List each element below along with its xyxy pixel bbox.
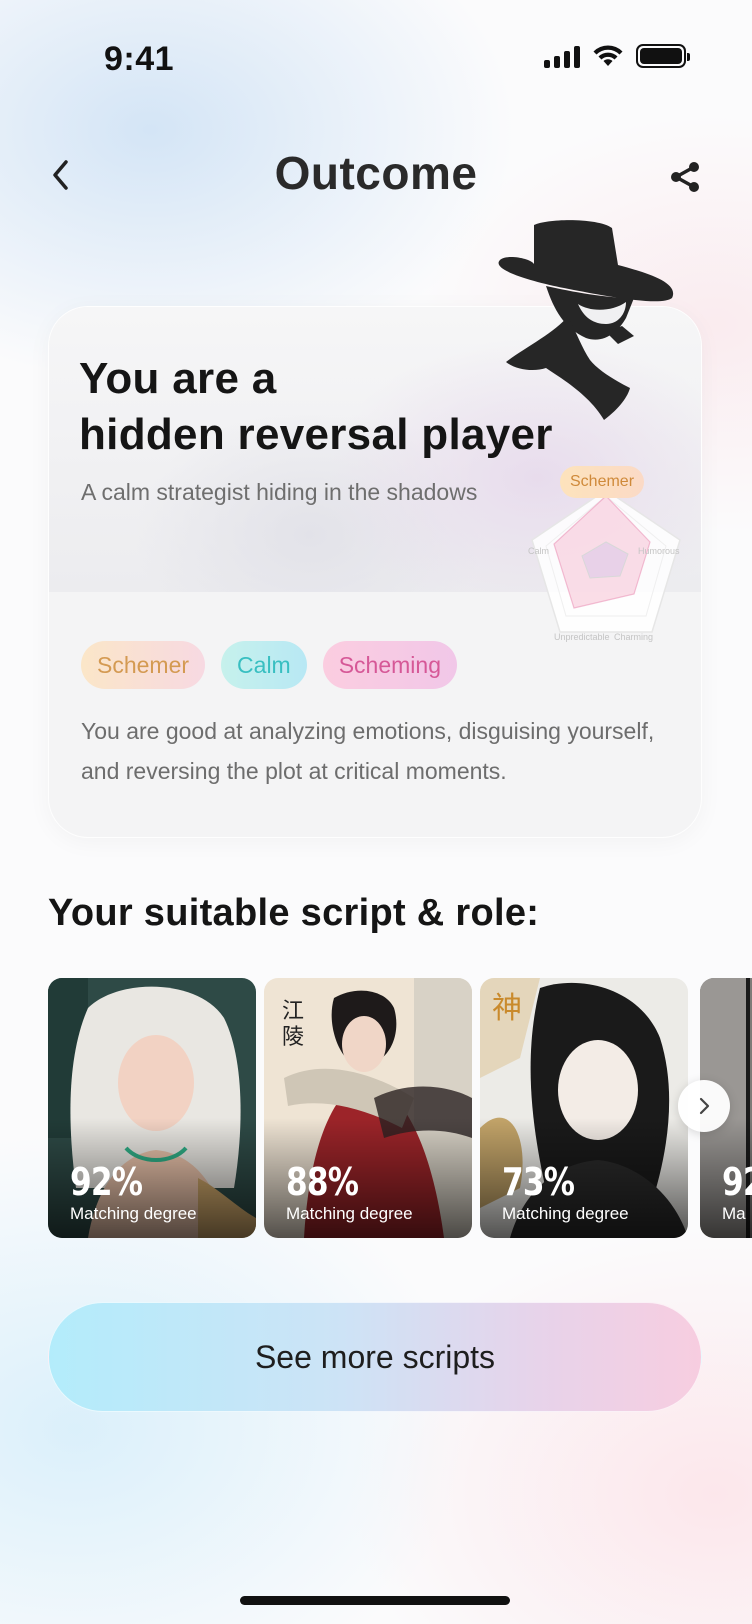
match-percentage: 88% xyxy=(286,1160,359,1204)
radar-badge: Schemer xyxy=(560,466,645,498)
svg-text:江: 江 xyxy=(282,999,304,1024)
match-percentage: 73% xyxy=(502,1160,575,1204)
radar-label-unpredictable: Unpredictable xyxy=(554,632,610,642)
script-card-3[interactable]: 神 73% Matching degree xyxy=(480,978,688,1238)
status-icons xyxy=(544,44,690,68)
cellular-signal-icon xyxy=(544,44,580,68)
radar-label-humorous: Humorous xyxy=(638,546,680,556)
match-label: Ma xyxy=(722,1204,746,1223)
radar-label-charming: Charming xyxy=(614,632,654,642)
match-percentage: 92 xyxy=(722,1160,752,1204)
headline-line-2: hidden reversal player xyxy=(79,410,553,459)
tag-scheming: Scheming xyxy=(322,641,457,689)
status-bar: 9:41 xyxy=(0,0,752,110)
trait-tags: Schemer Calm Scheming xyxy=(81,641,457,689)
share-button[interactable] xyxy=(660,152,710,202)
script-carousel[interactable]: 92% Matching degree 江 陵 88% Matching deg… xyxy=(48,978,752,1238)
tag-calm: Calm xyxy=(221,641,307,689)
script-card-1[interactable]: 92% Matching degree xyxy=(48,978,256,1238)
result-description: You are good at analyzing emotions, disg… xyxy=(81,718,655,784)
match-percentage: 92% xyxy=(70,1160,143,1204)
see-more-scripts-button[interactable]: See more scripts xyxy=(48,1302,702,1412)
match-label: Matching degree xyxy=(502,1204,629,1223)
result-headline: You are a hidden reversal player xyxy=(79,351,553,463)
carousel-next-button[interactable] xyxy=(678,1080,730,1132)
result-subtitle: A calm strategist hiding in the shadows xyxy=(81,479,478,505)
match-label: Matching degree xyxy=(70,1204,197,1223)
radar-label-calm: Calm xyxy=(528,546,550,556)
page-title: Outcome xyxy=(274,147,478,199)
svg-text:陵: 陵 xyxy=(282,1025,304,1050)
spy-icon xyxy=(498,220,674,420)
wifi-icon xyxy=(593,45,623,66)
headline-line-1: You are a xyxy=(79,354,277,403)
home-indicator xyxy=(240,1596,510,1605)
svg-text:神: 神 xyxy=(492,991,522,1026)
recommendations-title: Your suitable script & role: xyxy=(48,892,540,934)
chevron-right-icon xyxy=(699,1097,710,1115)
status-time: 9:41 xyxy=(104,40,175,78)
nav-bar: Outcome xyxy=(0,140,752,210)
script-card-2[interactable]: 江 陵 88% Matching degree xyxy=(264,978,472,1238)
share-icon xyxy=(671,162,699,192)
match-label: Matching degree xyxy=(286,1204,413,1223)
tag-schemer: Schemer xyxy=(81,641,206,689)
battery-icon xyxy=(636,44,690,68)
